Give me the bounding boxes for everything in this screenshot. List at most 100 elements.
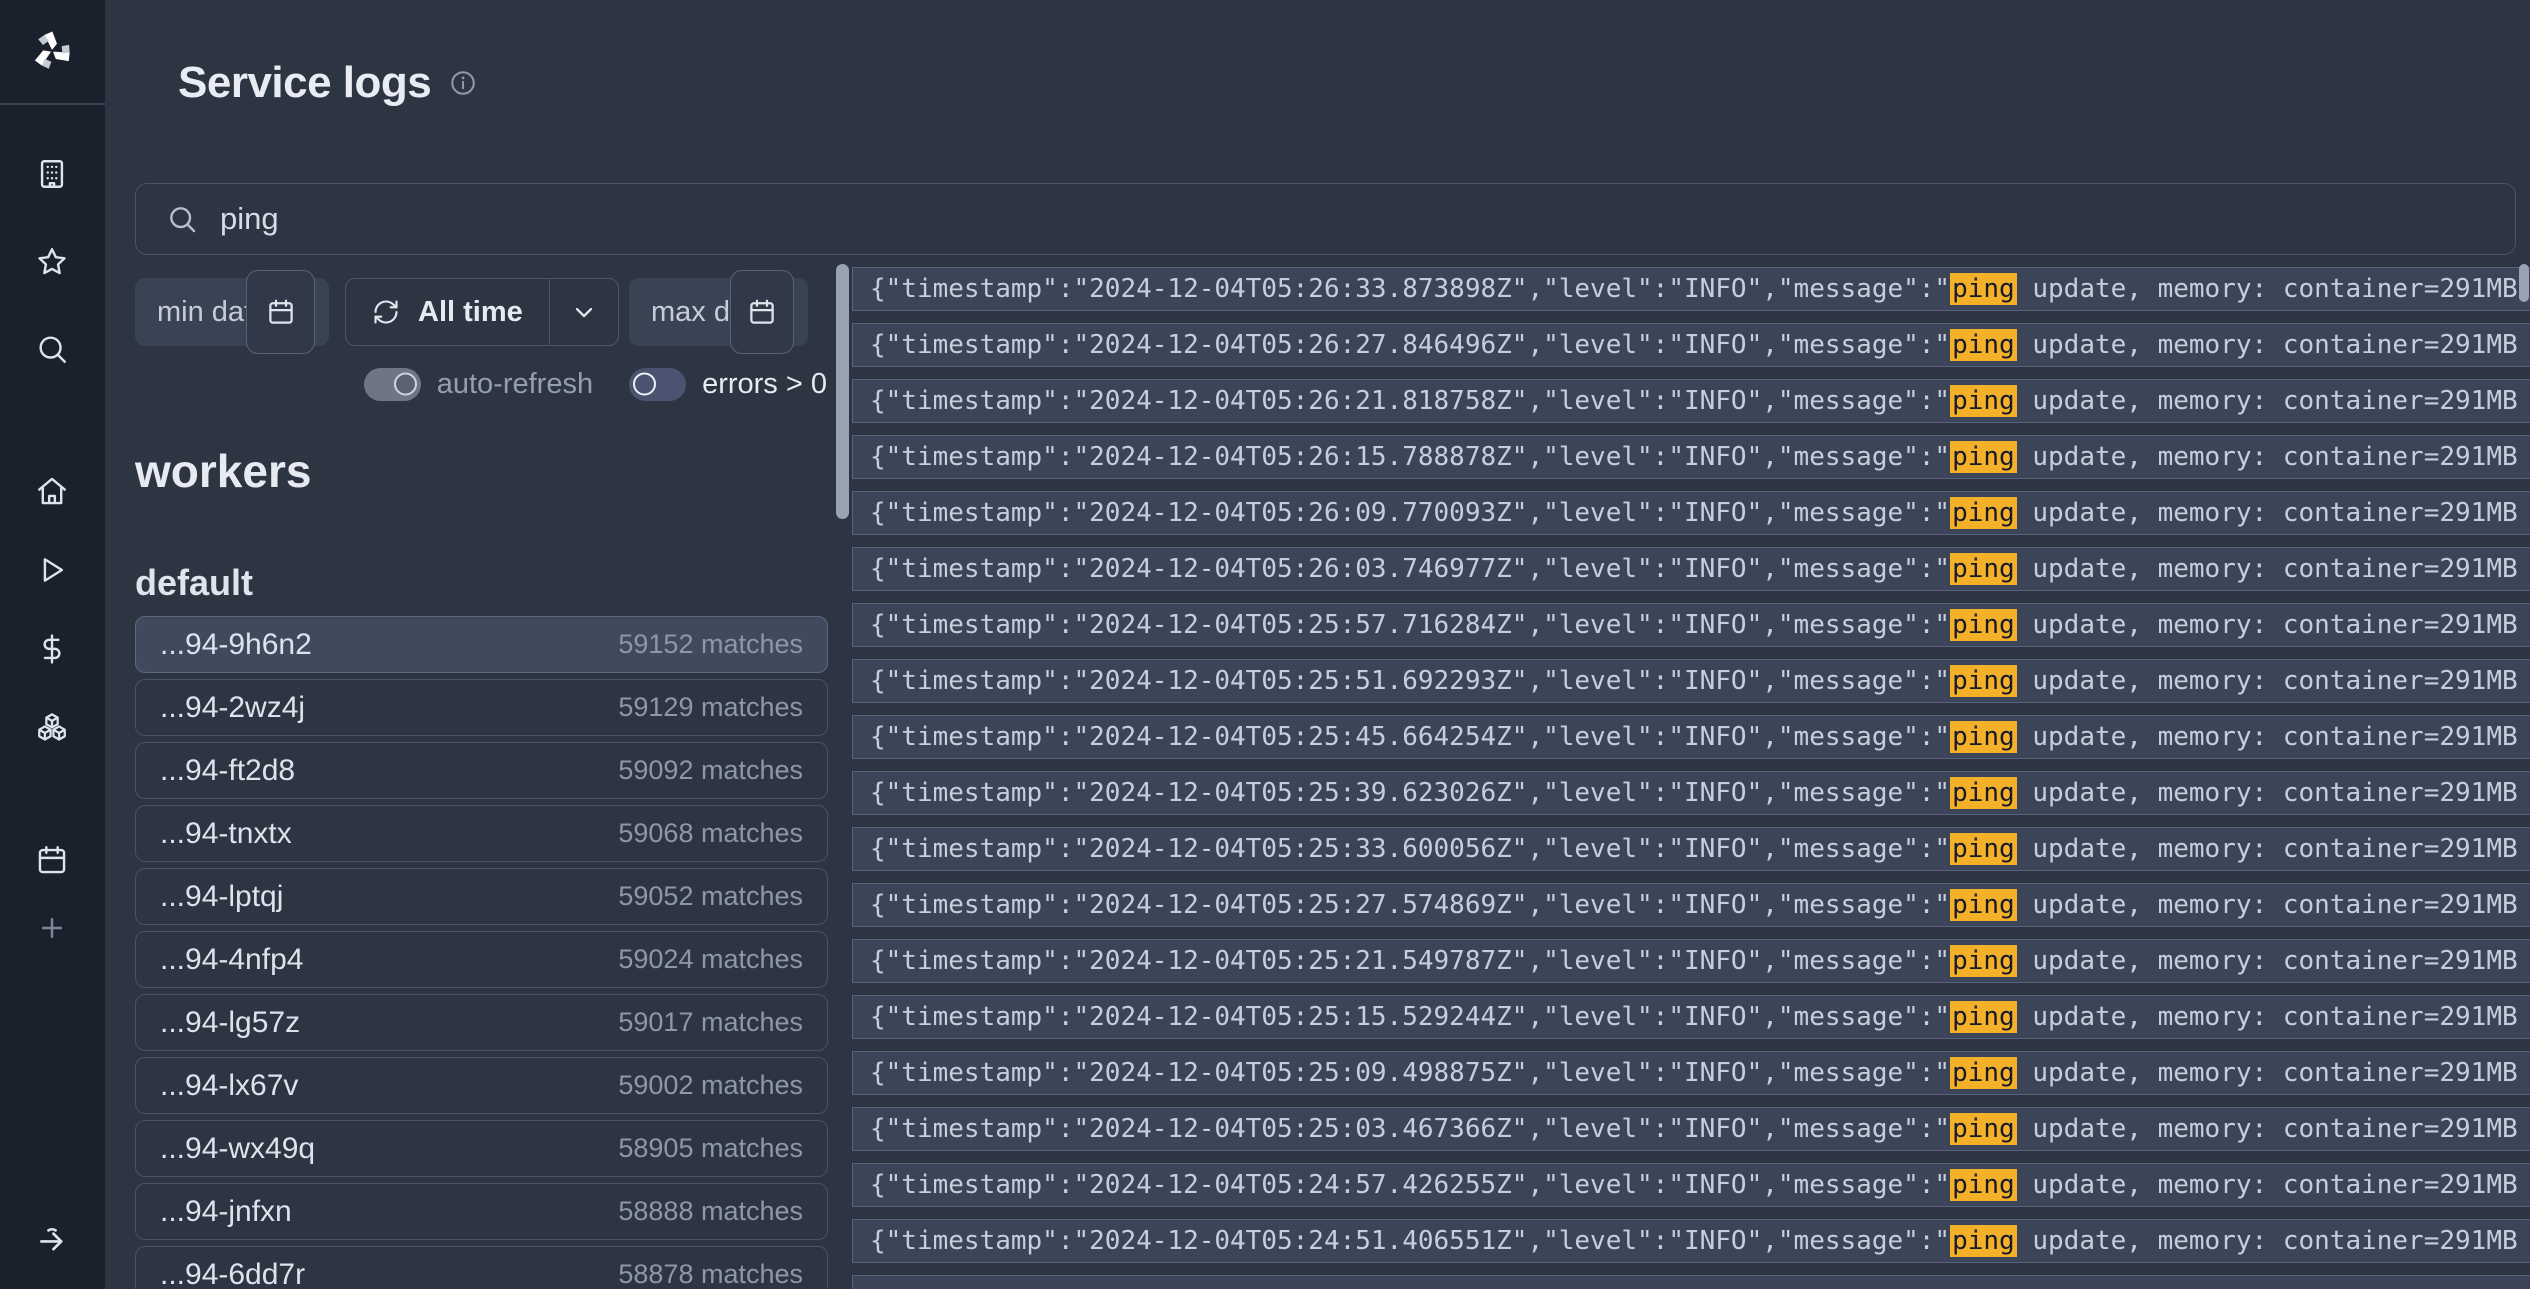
- highlighted-match: ping: [1950, 1169, 2017, 1201]
- log-panel-scrollbar[interactable]: [836, 264, 849, 519]
- time-range-dropdown[interactable]: [550, 279, 618, 345]
- auto-refresh-label: auto-refresh: [437, 368, 593, 401]
- windmill-logo[interactable]: [29, 28, 75, 74]
- worker-row[interactable]: ...94-lptqj 59052 matches: [135, 868, 828, 925]
- worker-match-count: 59024 matches: [618, 944, 803, 975]
- highlighted-match: ping: [1950, 441, 2017, 473]
- log-line: {"timestamp":"2024-12-04T05:25:21.549787…: [870, 946, 2518, 976]
- worker-row[interactable]: ...94-lg57z 59017 matches: [135, 994, 828, 1051]
- refresh-icon: [372, 298, 400, 326]
- log-row[interactable]: {"timestamp":"2024-12-04T05:24:57.426255…: [852, 1163, 2530, 1207]
- worker-row[interactable]: ...94-9h6n2 59152 matches: [135, 616, 828, 673]
- log-line: {"timestamp":"2024-12-04T05:25:27.574869…: [870, 890, 2518, 920]
- worker-id: ...94-2wz4j: [160, 691, 305, 725]
- worker-row[interactable]: ...94-wx49q 58905 matches: [135, 1120, 828, 1177]
- worker-row[interactable]: ...94-ft2d8 59092 matches: [135, 742, 828, 799]
- log-search-bar: [135, 183, 2516, 255]
- log-row[interactable]: {"timestamp":"2024-12-04T05:26:03.746977…: [852, 547, 2530, 591]
- worker-row[interactable]: ...94-4nfp4 59024 matches: [135, 931, 828, 988]
- worker-id: ...94-jnfxn: [160, 1195, 292, 1229]
- worker-match-count: 59068 matches: [618, 818, 803, 849]
- min-date-calendar-button[interactable]: [246, 270, 315, 354]
- log-row[interactable]: {"timestamp":"2024-12-04T05:25:57.716284…: [852, 603, 2530, 647]
- log-row[interactable]: [852, 1275, 2530, 1289]
- log-row[interactable]: {"timestamp":"2024-12-04T05:26:33.873898…: [852, 267, 2530, 311]
- runs-play-icon[interactable]: [35, 553, 69, 587]
- log-list: {"timestamp":"2024-12-04T05:26:33.873898…: [852, 267, 2530, 1289]
- favorites-star-icon[interactable]: [35, 245, 69, 279]
- log-row[interactable]: {"timestamp":"2024-12-04T05:26:21.818758…: [852, 379, 2530, 423]
- worker-match-count: 58878 matches: [618, 1259, 803, 1289]
- chevron-down-icon: [570, 298, 598, 326]
- worker-id: ...94-6dd7r: [160, 1258, 305, 1289]
- search-input[interactable]: [220, 201, 1420, 237]
- log-row[interactable]: {"timestamp":"2024-12-04T05:25:09.498875…: [852, 1051, 2530, 1095]
- highlighted-match: ping: [1950, 497, 2017, 529]
- log-row[interactable]: {"timestamp":"2024-12-04T05:26:09.770093…: [852, 491, 2530, 535]
- log-row[interactable]: {"timestamp":"2024-12-04T05:25:21.549787…: [852, 939, 2530, 983]
- log-line: {"timestamp":"2024-12-04T05:25:33.600056…: [870, 834, 2518, 864]
- log-row[interactable]: {"timestamp":"2024-12-04T05:25:33.600056…: [852, 827, 2530, 871]
- log-row[interactable]: {"timestamp":"2024-12-04T05:25:15.529244…: [852, 995, 2530, 1039]
- log-row[interactable]: {"timestamp":"2024-12-04T05:25:51.692293…: [852, 659, 2530, 703]
- worker-group-heading: default: [135, 562, 253, 604]
- log-row[interactable]: {"timestamp":"2024-12-04T05:26:27.846496…: [852, 323, 2530, 367]
- errors-filter-toggle[interactable]: [629, 368, 686, 401]
- highlighted-match: ping: [1950, 553, 2017, 585]
- worker-match-count: 59052 matches: [618, 881, 803, 912]
- resources-cubes-icon[interactable]: [35, 711, 69, 745]
- expand-sidebar-arrow-icon[interactable]: [35, 1223, 69, 1257]
- time-range-button[interactable]: All time: [345, 278, 619, 346]
- auto-refresh-toggle[interactable]: [364, 368, 421, 401]
- worker-id: ...94-lg57z: [160, 1006, 300, 1040]
- highlighted-match: ping: [1950, 329, 2017, 361]
- page-title: Service logs: [178, 58, 431, 108]
- time-range-label: All time: [418, 296, 523, 329]
- highlighted-match: ping: [1950, 721, 2017, 753]
- worker-row[interactable]: ...94-6dd7r 58878 matches: [135, 1246, 828, 1289]
- highlighted-match: ping: [1950, 1001, 2017, 1033]
- page-header: Service logs: [178, 58, 477, 108]
- sidebar-divider: [0, 103, 105, 105]
- log-row[interactable]: {"timestamp":"2024-12-04T05:25:03.467366…: [852, 1107, 2530, 1151]
- billing-dollar-icon[interactable]: [35, 632, 69, 666]
- log-row[interactable]: {"timestamp":"2024-12-04T05:25:45.664254…: [852, 715, 2530, 759]
- home-icon[interactable]: [35, 474, 69, 508]
- workers-heading: workers: [135, 444, 311, 498]
- log-line: {"timestamp":"2024-12-04T05:25:15.529244…: [870, 1002, 2518, 1032]
- info-icon[interactable]: [449, 69, 477, 97]
- log-line: {"timestamp":"2024-12-04T05:25:45.664254…: [870, 722, 2518, 752]
- highlighted-match: ping: [1950, 665, 2017, 697]
- worker-row[interactable]: ...94-2wz4j 59129 matches: [135, 679, 828, 736]
- worker-id: ...94-wx49q: [160, 1132, 315, 1166]
- worker-row[interactable]: ...94-lx67v 59002 matches: [135, 1057, 828, 1114]
- highlighted-match: ping: [1950, 833, 2017, 865]
- time-range-main[interactable]: All time: [346, 279, 549, 345]
- worker-row[interactable]: ...94-tnxtx 59068 matches: [135, 805, 828, 862]
- sidebar: [0, 0, 105, 1289]
- log-row[interactable]: {"timestamp":"2024-12-04T05:25:27.574869…: [852, 883, 2530, 927]
- schedules-calendar-icon[interactable]: [35, 843, 69, 877]
- workspace-building-icon[interactable]: [35, 157, 69, 191]
- add-plus-icon[interactable]: [37, 913, 67, 943]
- highlighted-match: ping: [1950, 1057, 2017, 1089]
- worker-id: ...94-lx67v: [160, 1069, 298, 1103]
- max-date-input[interactable]: max date: [629, 278, 808, 346]
- log-row[interactable]: {"timestamp":"2024-12-04T05:25:39.623026…: [852, 771, 2530, 815]
- toggle-knob: [633, 373, 656, 396]
- worker-id: ...94-9h6n2: [160, 628, 312, 662]
- log-row[interactable]: {"timestamp":"2024-12-04T05:24:51.406551…: [852, 1219, 2530, 1263]
- toggle-knob: [394, 373, 417, 396]
- log-row[interactable]: {"timestamp":"2024-12-04T05:26:15.788878…: [852, 435, 2530, 479]
- search-nav-icon[interactable]: [35, 332, 69, 366]
- log-panel-right-scrollbar[interactable]: [2519, 264, 2529, 302]
- worker-row[interactable]: ...94-jnfxn 58888 matches: [135, 1183, 828, 1240]
- log-line: {"timestamp":"2024-12-04T05:24:51.406551…: [870, 1226, 2518, 1256]
- min-date-input[interactable]: min date: [135, 278, 329, 346]
- worker-match-count: 59092 matches: [618, 755, 803, 786]
- calendar-icon: [266, 297, 296, 327]
- log-line: {"timestamp":"2024-12-04T05:25:51.692293…: [870, 666, 2518, 696]
- max-date-calendar-button[interactable]: [730, 270, 794, 354]
- worker-match-count: 58905 matches: [618, 1133, 803, 1164]
- log-line: {"timestamp":"2024-12-04T05:26:21.818758…: [870, 386, 2518, 416]
